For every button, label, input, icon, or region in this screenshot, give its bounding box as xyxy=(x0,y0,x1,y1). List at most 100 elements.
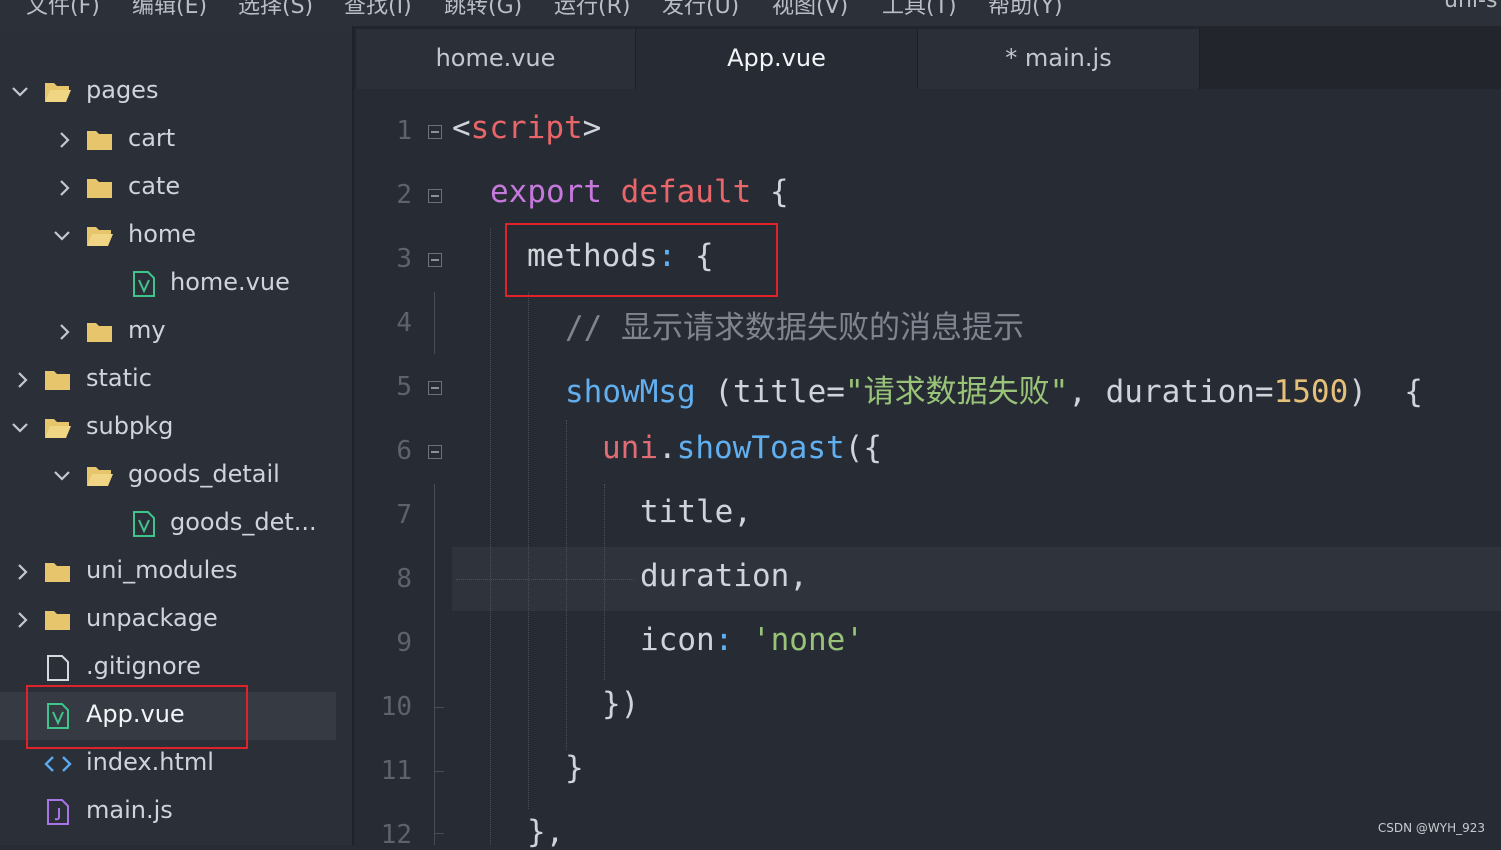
chevron-right-icon[interactable] xyxy=(52,128,76,152)
tab-app-vue[interactable]: App.vue xyxy=(636,29,918,89)
tree-item-index-html[interactable]: index.html xyxy=(0,740,336,788)
vue-file-icon xyxy=(47,703,69,729)
chevron-down-icon[interactable] xyxy=(8,416,32,440)
folder-icon xyxy=(45,371,70,390)
tree-item-home-vue[interactable]: home.vue xyxy=(0,260,336,308)
file-icon xyxy=(47,655,69,681)
tree-item-uni-modules[interactable]: uni_modules xyxy=(0,548,336,596)
code-line-8: duration, xyxy=(640,558,808,594)
line-number: 10 xyxy=(380,692,412,722)
tree-item-cart[interactable]: cart xyxy=(0,116,336,164)
tree-item-app-vue[interactable]: App.vue xyxy=(0,692,336,740)
line-number: 3 xyxy=(396,244,412,274)
window-title: uni-s xyxy=(1444,0,1498,13)
chevron-down-icon[interactable] xyxy=(50,224,74,248)
indent-guide xyxy=(490,228,491,845)
fold-guide xyxy=(434,292,435,354)
code-line-6: uni.showToast({ xyxy=(602,430,882,466)
menu-help[interactable]: 帮助(Y) xyxy=(988,0,1063,20)
menu-goto[interactable]: 跳转(G) xyxy=(444,0,522,20)
menu-edit[interactable]: 编辑(E) xyxy=(132,0,207,20)
code-line-7: title, xyxy=(640,494,752,530)
tree-item-label: subpkg xyxy=(86,412,174,440)
editor-tab-bar: home.vue App.vue * main.js xyxy=(354,26,1501,89)
tab-main-js[interactable]: * main.js xyxy=(918,29,1200,89)
tree-item-pages[interactable]: pages xyxy=(0,68,336,116)
line-number: 4 xyxy=(396,308,412,338)
line-number: 11 xyxy=(380,756,412,786)
chevron-right-icon[interactable] xyxy=(52,320,76,344)
menu-run[interactable]: 运行(R) xyxy=(554,0,630,20)
chevron-right-icon[interactable] xyxy=(10,608,34,632)
tree-item-main-js[interactable]: main.js xyxy=(0,788,336,836)
tree-item-label: my xyxy=(128,316,166,344)
vue-file-icon xyxy=(133,511,155,537)
code-line-3: methods: { xyxy=(527,238,714,274)
line-number: 1 xyxy=(396,116,412,146)
fold-toggle-icon[interactable] xyxy=(428,189,442,203)
menu-select[interactable]: 选择(S) xyxy=(238,0,313,20)
folder-icon xyxy=(87,131,112,150)
menu-view[interactable]: 视图(V) xyxy=(772,0,848,20)
code-line-9: icon: 'none' xyxy=(640,622,864,658)
tree-item-label: unpackage xyxy=(86,604,218,632)
tree-item-label: pages xyxy=(86,76,159,104)
folder-icon xyxy=(87,179,112,198)
tree-item-goods-detail[interactable]: goods_detail xyxy=(0,452,336,500)
line-number: 12 xyxy=(380,820,412,850)
tree-item-home[interactable]: home xyxy=(0,212,336,260)
tree-item-unpackage[interactable]: unpackage xyxy=(0,596,336,644)
menu-bar: 文件(F) 编辑(E) 选择(S) 查找(I) 跳转(G) 运行(R) 发行(U… xyxy=(0,0,1501,26)
tree-item-label: static xyxy=(86,364,152,392)
code-line-1: <script> xyxy=(452,110,602,146)
fold-guide xyxy=(434,484,435,845)
folder-open-icon xyxy=(45,419,71,438)
line-number: 5 xyxy=(396,372,412,402)
menu-tools[interactable]: 工具(T) xyxy=(882,0,957,20)
tree-item-label: cate xyxy=(128,172,181,200)
tree-item-label: home xyxy=(128,220,197,248)
chevron-down-icon[interactable] xyxy=(50,464,74,488)
tree-item-static[interactable]: static xyxy=(0,356,336,404)
tree-item-label: uni_modules xyxy=(86,556,238,584)
indent-guide xyxy=(604,484,605,680)
tab-home-vue[interactable]: home.vue xyxy=(356,29,636,89)
chevron-right-icon[interactable] xyxy=(52,176,76,200)
code-line-2: export default { xyxy=(490,174,789,210)
code-line-10: }) xyxy=(602,686,640,722)
tree-item-gitignore[interactable]: .gitignore xyxy=(0,644,336,692)
tree-item-cate[interactable]: cate xyxy=(0,164,336,212)
fold-toggle-icon[interactable] xyxy=(428,381,442,395)
tree-item-label: goods_det... xyxy=(170,508,317,536)
tree-item-label: .gitignore xyxy=(86,652,201,680)
code-line-5: showMsg (title="请求数据失败", duration=1500) … xyxy=(565,374,1423,410)
line-number: 9 xyxy=(396,628,412,658)
folder-open-icon xyxy=(87,467,113,486)
menu-find[interactable]: 查找(I) xyxy=(344,0,412,20)
indent-guide xyxy=(566,420,567,750)
vue-file-icon xyxy=(133,271,155,297)
folder-open-icon xyxy=(87,227,113,246)
tree-item-label: App.vue xyxy=(86,700,185,728)
fold-toggle-icon[interactable] xyxy=(428,445,442,459)
line-number: 8 xyxy=(396,564,412,594)
menu-file[interactable]: 文件(F) xyxy=(26,0,100,20)
fold-end-marker xyxy=(434,833,444,834)
fold-toggle-icon[interactable] xyxy=(428,125,442,139)
line-number: 2 xyxy=(396,180,412,210)
js-file-icon xyxy=(47,799,69,825)
fold-toggle-icon[interactable] xyxy=(428,253,442,267)
line-number: 6 xyxy=(396,436,412,466)
folder-icon xyxy=(45,611,70,630)
tree-item-goods-detail-vue[interactable]: goods_det... xyxy=(0,500,336,548)
tree-item-label: main.js xyxy=(86,796,173,824)
code-line-11: } xyxy=(565,750,584,786)
chevron-right-icon[interactable] xyxy=(10,368,34,392)
tree-item-my[interactable]: my xyxy=(0,308,336,356)
chevron-down-icon[interactable] xyxy=(8,80,32,104)
whitespace-marker xyxy=(456,579,634,580)
chevron-right-icon[interactable] xyxy=(10,560,34,584)
menu-publish[interactable]: 发行(U) xyxy=(662,0,739,20)
tree-item-subpkg[interactable]: subpkg xyxy=(0,404,336,452)
code-line-4: // 显示请求数据失败的消息提示 xyxy=(565,310,1024,346)
